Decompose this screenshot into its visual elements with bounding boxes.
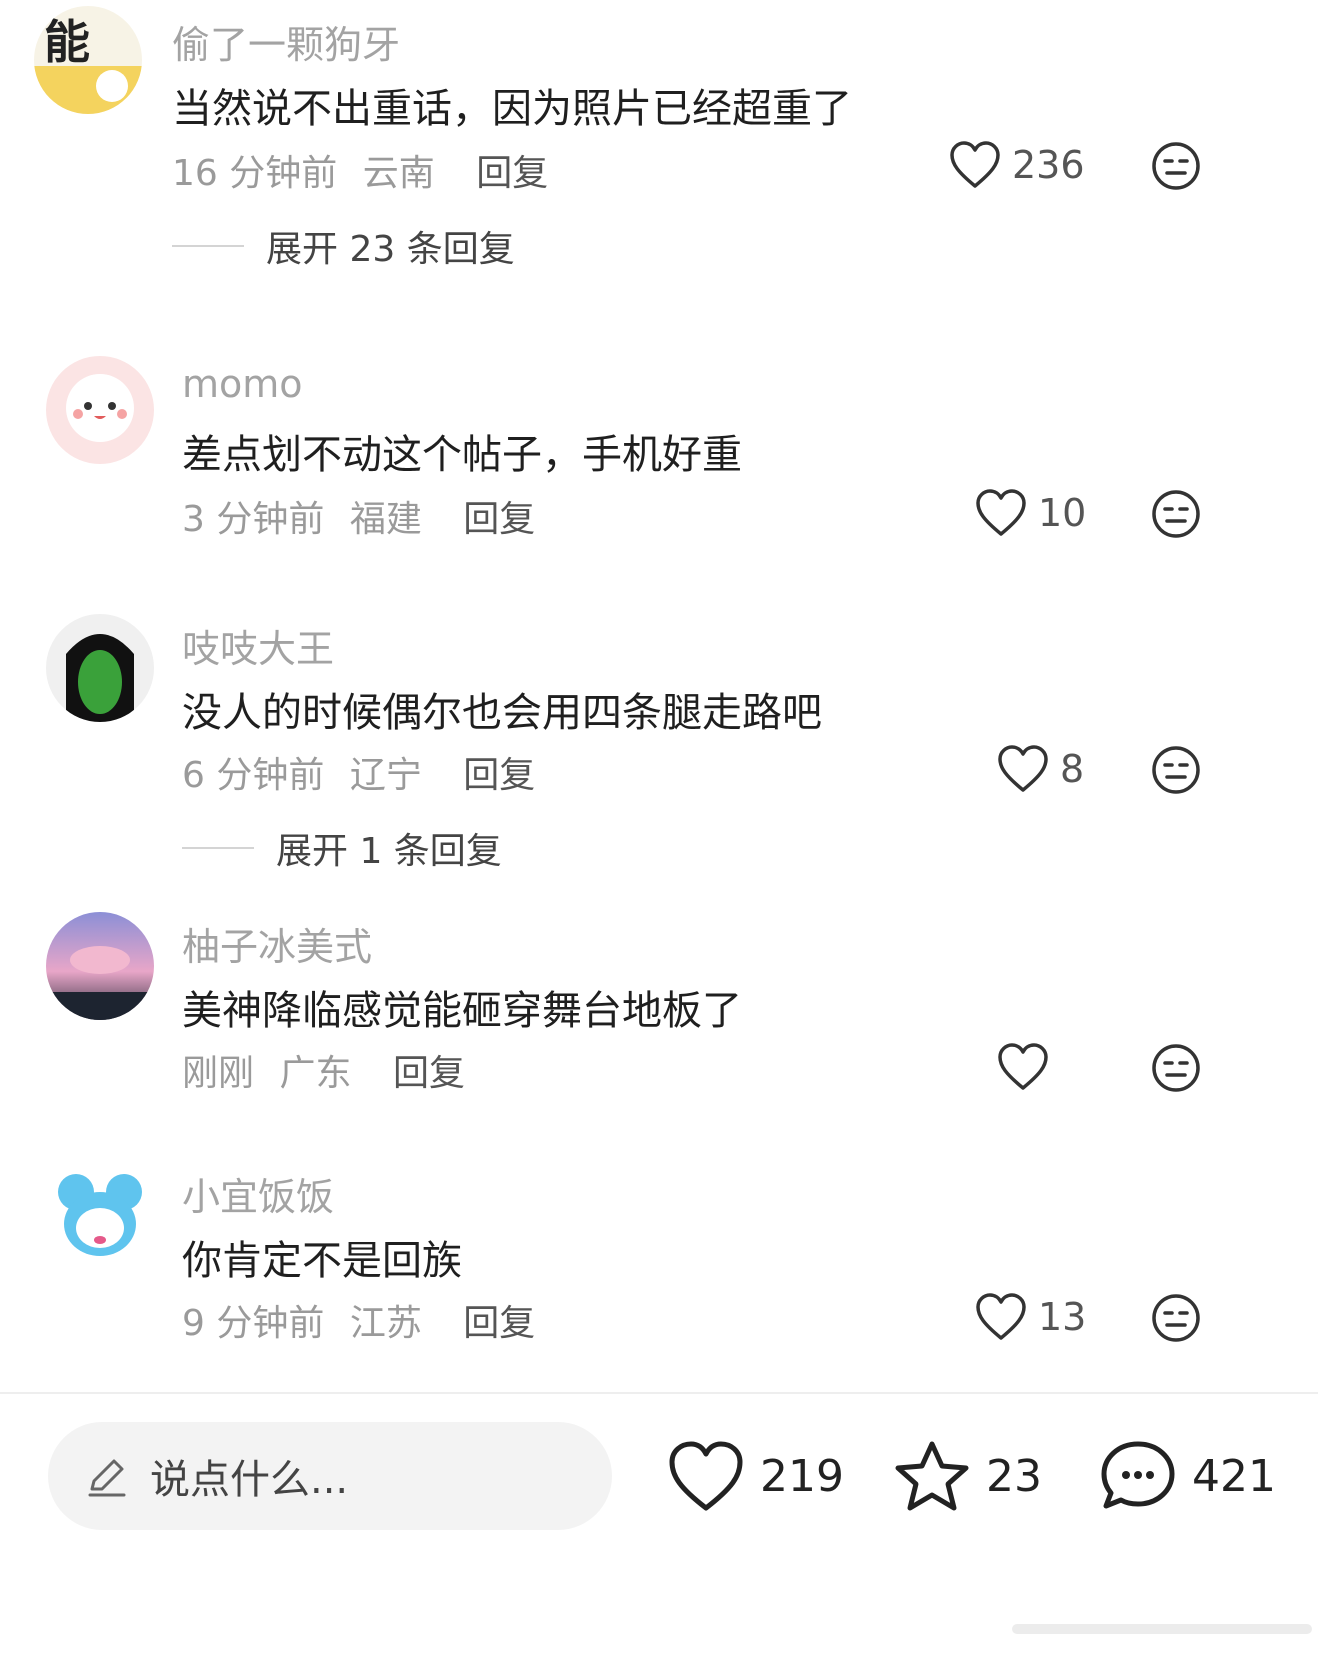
dislike-face-icon[interactable]	[1150, 1292, 1202, 1344]
heart-icon	[669, 1441, 743, 1511]
comment-time: 16 分钟前	[172, 153, 338, 194]
reply-button[interactable]: 回复	[393, 1053, 465, 1094]
expand-replies-label: 展开 1 条回复	[276, 831, 502, 872]
heart-icon	[976, 1293, 1026, 1340]
expand-replies-button[interactable]: 展开 23 条回复	[172, 220, 515, 272]
post-comment-count: 421	[1192, 1450, 1276, 1502]
post-like-button[interactable]: 219	[666, 1436, 844, 1516]
comment-text: 你肯定不是回族	[182, 1238, 462, 1284]
post-favorite-count: 23	[986, 1450, 1042, 1502]
comment-meta: 6 分钟前 辽宁 回复	[182, 746, 535, 798]
avatar[interactable]: 能	[34, 6, 142, 114]
comment-location: 辽宁	[349, 755, 422, 796]
comment-time: 6 分钟前	[182, 755, 325, 796]
post-favorite-button[interactable]: 23	[892, 1436, 1042, 1516]
like-button[interactable]: 10	[974, 488, 1086, 538]
reply-button[interactable]: 回复	[476, 153, 548, 194]
dislike-face-icon[interactable]	[1150, 744, 1202, 796]
chat-bubble-icon	[1101, 1441, 1175, 1509]
post-comment-button[interactable]: 421	[1098, 1436, 1276, 1516]
expand-replies-label: 展开 23 条回复	[266, 229, 515, 270]
home-indicator	[1012, 1624, 1312, 1634]
svg-text:能: 能	[44, 15, 90, 69]
avatar[interactable]	[46, 1162, 154, 1270]
like-count: 13	[1038, 1295, 1087, 1339]
username[interactable]: 偷了一颗狗牙	[172, 14, 400, 69]
like-button[interactable]: 13	[974, 1292, 1086, 1342]
star-icon	[895, 1441, 969, 1511]
comment-meta: 3 分钟前 福建 回复	[182, 490, 535, 542]
heart-icon	[998, 745, 1048, 792]
like-button[interactable]: 8	[996, 744, 1084, 794]
comment-input-placeholder: 说点什么...	[150, 1457, 349, 1503]
username[interactable]: 吱吱大王	[182, 618, 334, 673]
like-button[interactable]: 236	[948, 140, 1085, 190]
comment-meta: 9 分钟前 江苏 回复	[182, 1294, 535, 1346]
like-count: 8	[1060, 747, 1085, 791]
divider	[172, 245, 244, 247]
dislike-face-icon[interactable]	[1150, 140, 1202, 192]
heart-icon	[950, 141, 1000, 188]
avatar[interactable]	[46, 356, 154, 464]
heart-icon	[976, 489, 1026, 536]
comment-meta: 16 分钟前 云南 回复	[172, 144, 548, 196]
comment-location: 云南	[362, 153, 435, 194]
avatar[interactable]	[46, 614, 154, 722]
comment-meta: 刚刚 广东 回复	[182, 1044, 465, 1096]
comment-text: 差点划不动这个帖子，手机好重	[182, 432, 742, 478]
divider	[182, 847, 254, 849]
like-count: 236	[1012, 143, 1085, 187]
like-count: 10	[1038, 491, 1087, 535]
reply-button[interactable]: 回复	[463, 499, 535, 540]
dislike-face-icon[interactable]	[1150, 488, 1202, 540]
post-like-count: 219	[760, 1450, 844, 1502]
comment-time: 刚刚	[182, 1053, 255, 1094]
avatar[interactable]	[46, 912, 154, 1020]
comment-text: 美神降临感觉能砸穿舞台地板了	[182, 988, 742, 1034]
comment-location: 江苏	[349, 1303, 422, 1344]
comment-input[interactable]: 说点什么...	[48, 1422, 612, 1530]
reply-button[interactable]: 回复	[463, 755, 535, 796]
comment-time: 3 分钟前	[182, 499, 325, 540]
username[interactable]: 柚子冰美式	[182, 916, 372, 971]
heart-icon	[998, 1043, 1048, 1090]
username[interactable]: momo	[182, 362, 303, 406]
like-button[interactable]	[996, 1042, 1060, 1092]
pen-icon	[88, 1459, 126, 1497]
comment-location: 广东	[279, 1053, 352, 1094]
reply-button[interactable]: 回复	[463, 1303, 535, 1344]
comment-location: 福建	[349, 499, 422, 540]
username[interactable]: 小宜饭饭	[182, 1166, 334, 1221]
expand-replies-button[interactable]: 展开 1 条回复	[182, 822, 502, 874]
comment-text: 当然说不出重话，因为照片已经超重了	[172, 86, 852, 132]
comment-text: 没人的时候偶尔也会用四条腿走路吧	[182, 690, 822, 736]
dislike-face-icon[interactable]	[1150, 1042, 1202, 1094]
comment-time: 9 分钟前	[182, 1303, 325, 1344]
